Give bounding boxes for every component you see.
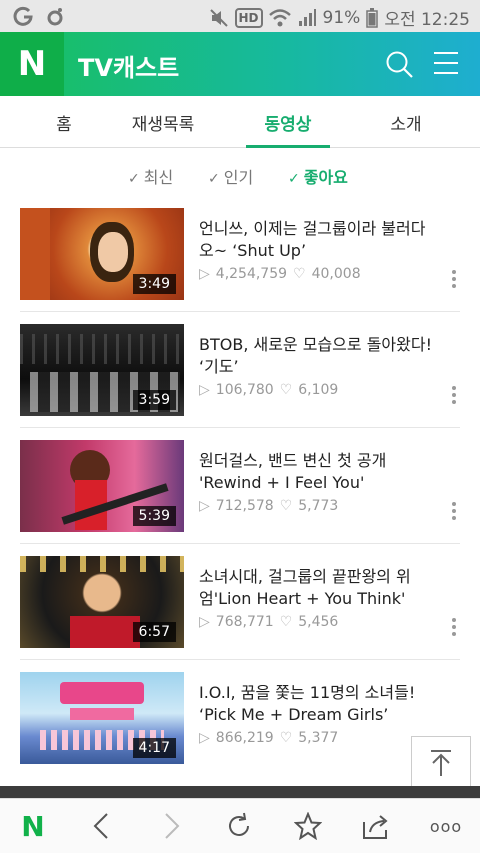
g-notification-icon — [13, 6, 33, 26]
video-thumbnail[interactable]: 3:49 — [20, 208, 184, 300]
video-thumbnail[interactable]: 3:59 — [20, 324, 184, 416]
tab-bar: 홈 재생목록 동영상 소개 — [0, 96, 480, 148]
clock: 오전 12:25 — [384, 10, 470, 30]
video-thumbnail[interactable]: 6:57 — [20, 556, 184, 648]
video-stats: ▷ 712,578 ♡ 5,773 — [199, 498, 338, 514]
view-count: 712,578 — [215, 498, 274, 514]
logo-letter: N — [17, 44, 47, 84]
refresh-button[interactable] — [224, 811, 254, 841]
sort-filters: ✓ 최신 ✓ 인기 ✓ 좋아요 — [0, 148, 480, 200]
naver-logo[interactable]: N — [0, 32, 64, 96]
tab-playlists[interactable]: 재생목록 — [118, 96, 208, 148]
home-letter: N — [21, 809, 45, 843]
filter-likes-label: 좋아요 — [303, 168, 348, 187]
battery-percent: 91% — [322, 7, 361, 28]
chevron-right-icon — [165, 813, 180, 839]
more-options-icon[interactable] — [452, 270, 458, 290]
video-title[interactable]: I.O.I, 꿈을 쫓는 11명의 소녀들! ‘Pick Me + Dream … — [199, 682, 439, 726]
app-header: N TV캐스트 — [0, 32, 480, 96]
video-stats: ▷ 768,771 ♡ 5,456 — [199, 614, 338, 630]
check-icon: ✓ — [288, 171, 300, 187]
chevron-left-icon — [93, 813, 108, 839]
more-options-icon[interactable] — [452, 386, 458, 406]
mute-icon — [209, 8, 228, 27]
video-duration: 5:39 — [132, 506, 176, 526]
play-icon: ▷ — [199, 382, 210, 398]
share-button[interactable] — [362, 811, 392, 841]
video-item[interactable]: 4:17 I.O.I, 꿈을 쫓는 11명의 소녀들! ‘Pick Me + D… — [0, 660, 480, 776]
like-count: 5,773 — [298, 498, 339, 514]
video-stats: ▷ 4,254,759 ♡ 40,008 — [199, 266, 361, 282]
video-item[interactable]: 3:59 BTOB, 새로운 모습으로 돌아왔다! ‘기도’ ▷ 106,780 … — [0, 312, 480, 428]
heart-icon: ♡ — [293, 266, 306, 282]
like-count: 40,008 — [311, 266, 361, 282]
page-end-divider — [0, 786, 480, 798]
play-icon: ▷ — [199, 614, 210, 630]
heart-icon: ♡ — [279, 498, 293, 514]
more-dots-icon: ooo — [429, 816, 463, 836]
play-icon: ▷ — [199, 498, 210, 514]
video-item[interactable]: 5:39 원더걸스, 밴드 변신 첫 공개 'Rewind + I Feel Y… — [0, 428, 480, 544]
more-menu-button[interactable]: ooo — [428, 811, 464, 841]
o-notification-icon — [47, 8, 63, 26]
tab-home[interactable]: 홈 — [34, 96, 94, 148]
arrow-up-icon — [431, 750, 451, 776]
like-count: 5,377 — [298, 730, 339, 746]
like-count: 5,456 — [298, 614, 339, 630]
naver-home-button[interactable]: N — [18, 809, 48, 843]
hamburger-menu-icon[interactable] — [434, 52, 458, 76]
scroll-to-top-button[interactable] — [411, 736, 471, 790]
heart-icon: ♡ — [279, 614, 293, 630]
video-duration: 3:49 — [132, 274, 176, 294]
battery-icon — [366, 7, 379, 28]
play-icon: ▷ — [199, 730, 210, 746]
video-stats: ▷ 866,219 ♡ 5,377 — [199, 730, 338, 746]
check-icon: ✓ — [208, 171, 220, 187]
video-thumbnail[interactable]: 5:39 — [20, 440, 184, 532]
video-duration: 6:57 — [132, 622, 176, 642]
search-icon[interactable] — [385, 50, 415, 80]
heart-icon: ♡ — [279, 730, 293, 746]
video-item[interactable]: 3:49 언니쓰, 이제는 걸그룹이라 불러다오~ ‘Shut Up’ ▷ 4,2… — [0, 196, 480, 312]
hd-badge: HD — [234, 7, 263, 28]
filter-latest[interactable]: ✓ 최신 — [128, 164, 173, 188]
video-title[interactable]: 언니쓰, 이제는 걸그룹이라 불러다오~ ‘Shut Up’ — [199, 218, 439, 262]
check-icon: ✓ — [128, 171, 140, 187]
refresh-icon — [229, 812, 249, 836]
tab-about[interactable]: 소개 — [376, 96, 436, 148]
video-stats: ▷ 106,780 ♡ 6,109 — [199, 382, 338, 398]
video-item[interactable]: 6:57 소녀시대, 걸그룹의 끝판왕의 위엄'Lion Heart + You… — [0, 544, 480, 660]
back-button[interactable] — [86, 811, 116, 841]
video-title[interactable]: 소녀시대, 걸그룹의 끝판왕의 위엄'Lion Heart + You Thin… — [199, 566, 439, 610]
star-icon — [294, 812, 322, 840]
filter-likes[interactable]: ✓ 좋아요 — [288, 164, 348, 188]
more-options-icon[interactable] — [452, 502, 458, 522]
share-icon — [363, 815, 388, 839]
heart-icon: ♡ — [279, 382, 293, 398]
status-bar: HD 91% 오전 12:25 — [0, 0, 480, 32]
tab-videos[interactable]: 동영상 — [246, 96, 330, 148]
signal-icon — [298, 8, 316, 26]
bookmark-button[interactable] — [293, 811, 323, 841]
video-duration: 3:59 — [132, 390, 176, 410]
video-thumbnail[interactable]: 4:17 — [20, 672, 184, 764]
filter-popular-label: 인기 — [223, 168, 254, 187]
browser-toolbar: N ooo — [0, 798, 480, 853]
video-title[interactable]: BTOB, 새로운 모습으로 돌아왔다! ‘기도’ — [199, 334, 439, 378]
forward-button[interactable] — [157, 811, 187, 841]
more-options-icon[interactable] — [452, 618, 458, 638]
play-icon: ▷ — [199, 266, 210, 282]
view-count: 866,219 — [215, 730, 274, 746]
filter-latest-label: 최신 — [143, 168, 174, 187]
video-duration: 4:17 — [132, 738, 176, 758]
app-title: TV캐스트 — [78, 54, 180, 82]
video-title[interactable]: 원더걸스, 밴드 변신 첫 공개 'Rewind + I Feel You' — [199, 450, 439, 494]
wifi-icon — [268, 8, 291, 26]
view-count: 4,254,759 — [215, 266, 288, 282]
view-count: 106,780 — [215, 382, 274, 398]
like-count: 6,109 — [298, 382, 339, 398]
view-count: 768,771 — [215, 614, 274, 630]
filter-popular[interactable]: ✓ 인기 — [208, 164, 253, 188]
